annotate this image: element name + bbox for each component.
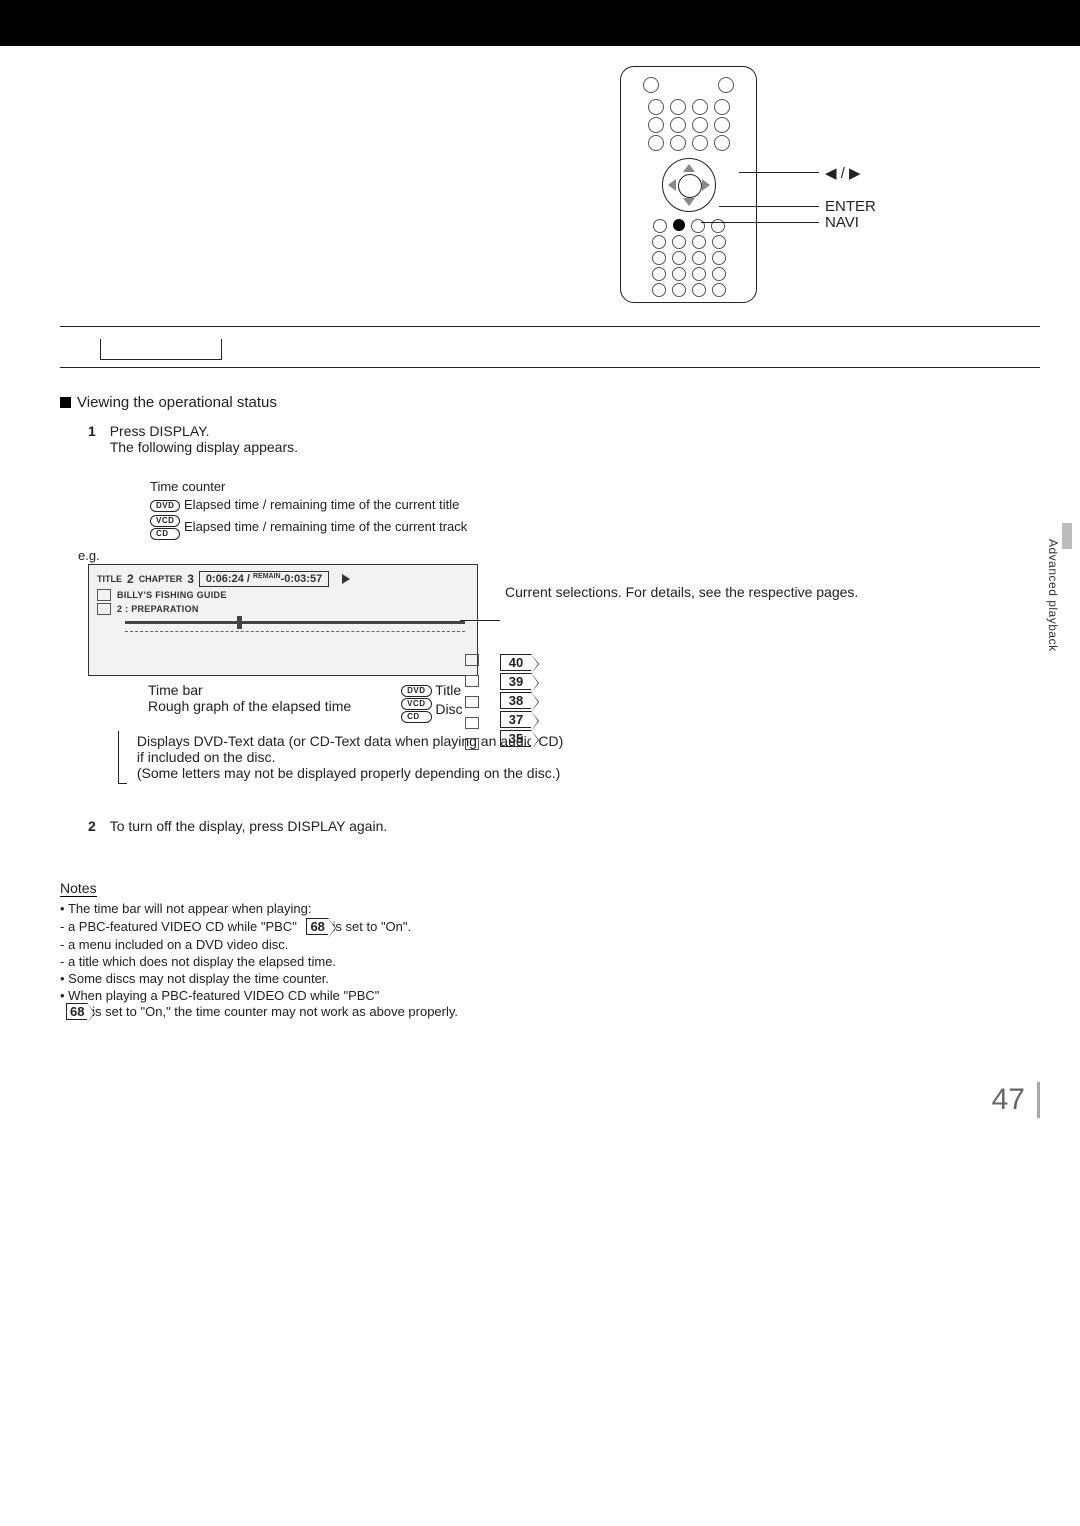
rough-graph-label: Rough graph of the elapsed time bbox=[148, 698, 351, 714]
time-bar bbox=[125, 621, 465, 635]
callout-enter: ENTER bbox=[825, 198, 876, 215]
note-sub-item: - a title which does not display the ela… bbox=[60, 954, 1040, 969]
disc-word: Disc bbox=[435, 701, 462, 717]
step-number: 1 bbox=[88, 423, 96, 439]
callout-line bbox=[701, 222, 819, 223]
example-label: e.g. bbox=[78, 548, 1040, 563]
subtitle-icon bbox=[465, 696, 479, 708]
dvd-time-desc: Elapsed time / remaining time of the cur… bbox=[184, 497, 459, 512]
section-divider bbox=[60, 326, 1040, 368]
chapter-icon bbox=[97, 603, 111, 615]
notes-block: Notes The time bar will not appear when … bbox=[60, 880, 1040, 1020]
remote-control-outline bbox=[620, 66, 757, 303]
time-counter-block: Time counter DVD Elapsed time / remainin… bbox=[150, 479, 1040, 540]
page-ref: 68 bbox=[66, 1003, 88, 1020]
dvd-pill-icon: DVD bbox=[401, 685, 431, 697]
cd-pill-icon: CD bbox=[401, 711, 431, 723]
page-ref: 38 bbox=[500, 692, 532, 709]
remote-dpad bbox=[662, 158, 716, 212]
note-item: The time bar will not appear when playin… bbox=[60, 901, 1040, 916]
top-black-bar bbox=[0, 0, 1080, 46]
step-number: 2 bbox=[88, 818, 96, 834]
osd-title-label: TITLE bbox=[97, 574, 122, 584]
osd-chapter-label: CHAPTER bbox=[139, 574, 183, 584]
side-tab-marker bbox=[1062, 523, 1072, 549]
remote-diagram: ◀ / ▶ ENTER NAVI bbox=[620, 66, 1040, 316]
osd-text-line1: BILLY'S FISHING GUIDE bbox=[117, 590, 227, 600]
osd-remain-label: REMAIN bbox=[253, 573, 281, 580]
step-2: 2 To turn off the display, press DISPLAY… bbox=[88, 818, 1040, 834]
callout-arrows: ◀ / ▶ bbox=[825, 164, 861, 182]
step-1: 1 Press DISPLAY. The following display a… bbox=[88, 423, 1040, 455]
dvd-title-word: Title bbox=[435, 682, 461, 698]
osd-title-num: 2 bbox=[127, 572, 134, 586]
square-bullet-icon bbox=[60, 397, 71, 408]
remote-button bbox=[718, 77, 734, 93]
osd-time-box: 0:06:24 / REMAIN-0:03:57 bbox=[199, 571, 329, 587]
zoom-icon bbox=[465, 717, 479, 729]
heading-text: Viewing the operational status bbox=[77, 394, 277, 411]
time-counter-title: Time counter bbox=[150, 479, 1040, 494]
osd-box: TITLE 2 CHAPTER 3 0:06:24 / REMAIN-0:03:… bbox=[88, 564, 478, 676]
step1-line2: The following display appears. bbox=[110, 439, 298, 455]
page-ref: 39 bbox=[500, 673, 532, 690]
osd-top-row: TITLE 2 CHAPTER 3 0:06:24 / REMAIN-0:03:… bbox=[97, 571, 469, 587]
callout-navi: NAVI bbox=[825, 214, 859, 231]
page-ref: 37 bbox=[500, 711, 532, 728]
osd-area: TITLE 2 CHAPTER 3 0:06:24 / REMAIN-0:03:… bbox=[60, 564, 1040, 676]
osd-remain: -0:03:57 bbox=[281, 573, 323, 585]
bookmark-icon bbox=[465, 654, 479, 666]
legend-l2: if included on the disc. bbox=[137, 749, 276, 765]
side-tab: Advanced playback bbox=[1046, 531, 1072, 691]
cd-pill-icon: CD bbox=[150, 528, 180, 540]
vcd-pill-icon: VCD bbox=[401, 698, 431, 710]
vcd-time-desc: Elapsed time / remaining time of the cur… bbox=[184, 519, 467, 534]
vcd-pill-icon: VCD bbox=[150, 515, 180, 527]
timebar-label: Time bar bbox=[148, 682, 351, 698]
dvd-pill-icon: DVD bbox=[150, 500, 180, 512]
note-sub-item: - a PBC-featured VIDEO CD while "PBC" 68… bbox=[60, 918, 1040, 935]
below-osd-legend: Time bar Rough graph of the elapsed time… bbox=[148, 682, 1040, 723]
disc-icon bbox=[97, 589, 111, 601]
osd-text-line2: 2 : PREPARATION bbox=[117, 604, 199, 614]
note-sub-item: - a menu included on a DVD video disc. bbox=[60, 937, 1040, 952]
step1-line1: Press DISPLAY. bbox=[110, 423, 210, 439]
dvdtext-legend: Displays DVD-Text data (or CD-Text data … bbox=[118, 733, 748, 784]
repeat-icon bbox=[465, 738, 479, 750]
osd-settings-icons bbox=[465, 651, 495, 756]
play-icon bbox=[342, 574, 350, 584]
page-ref: 68 bbox=[306, 918, 328, 935]
step2-text: To turn off the display, press DISPLAY a… bbox=[110, 818, 388, 834]
callout-line bbox=[719, 206, 819, 207]
page-number: 47 bbox=[992, 1082, 1040, 1118]
page-ref: 35 bbox=[500, 730, 532, 747]
osd-elapsed: 0:06:24 bbox=[206, 573, 244, 585]
current-selection-note: Current selections. For details, see the… bbox=[505, 584, 858, 600]
osd-chapter-num: 3 bbox=[187, 572, 194, 586]
angle-icon bbox=[465, 675, 479, 687]
callout-line bbox=[739, 172, 819, 173]
section-heading: Viewing the operational status bbox=[60, 394, 1040, 411]
bracket-icon bbox=[118, 731, 127, 784]
notes-heading: Notes bbox=[60, 880, 97, 897]
side-tab-label: Advanced playback bbox=[1046, 539, 1060, 652]
page-reference-stack: 40 39 38 37 35 bbox=[500, 652, 532, 749]
note-item: Some discs may not display the time coun… bbox=[60, 971, 1040, 986]
legend-l3: (Some letters may not be displayed prope… bbox=[137, 765, 560, 781]
remote-button bbox=[643, 77, 659, 93]
page-ref: 40 bbox=[500, 654, 532, 671]
note-item: When playing a PBC-featured VIDEO CD whi… bbox=[60, 988, 1040, 1020]
